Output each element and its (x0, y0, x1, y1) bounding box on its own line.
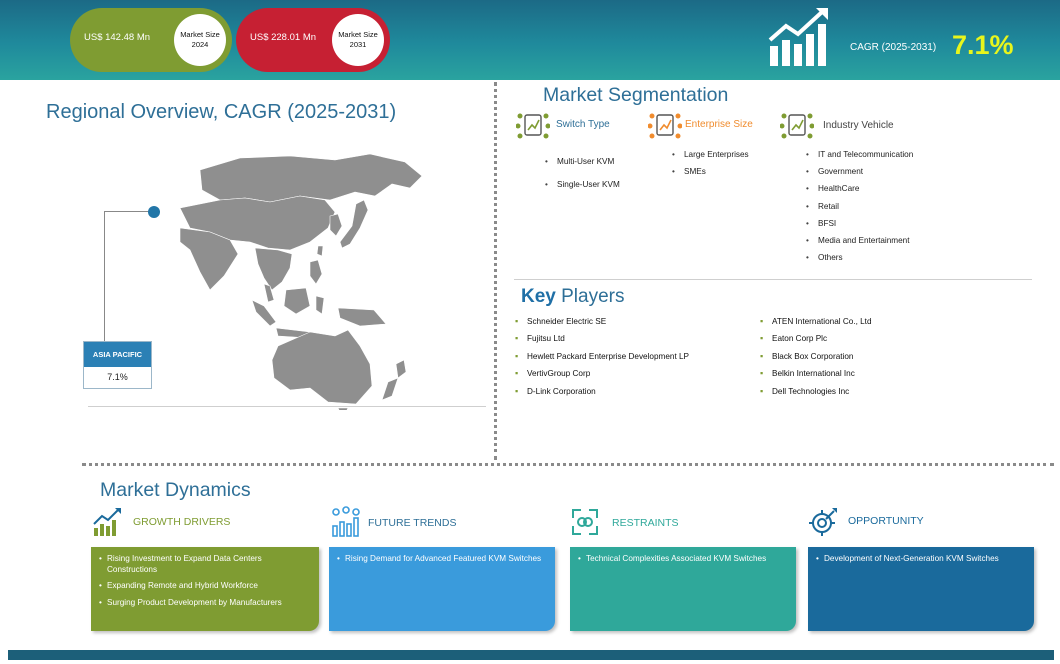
list-item: Rising Investment to Expand Data Centers… (99, 554, 311, 575)
market-size-2024-pill: US$ 142.48 Mn Market Size 2024 (70, 8, 232, 72)
future-trends-icon (332, 506, 360, 537)
market-size-2024-label: Market Size (180, 30, 220, 39)
list-item: Multi-User KVM (545, 150, 620, 173)
market-size-2031-badge: Market Size 2031 (332, 14, 384, 66)
regional-overview-title: Regional Overview, CAGR (2025-2031) (46, 101, 397, 123)
list-item: IT and Telecommunication (806, 146, 913, 163)
list-item: Rising Demand for Advanced Featured KVM … (337, 554, 547, 565)
key-players-title-key: Key (521, 286, 556, 307)
region-connector-line (104, 211, 150, 343)
vertical-divider (494, 82, 497, 460)
list-item: VertivGroup Corp (515, 368, 689, 386)
list-item: D-Link Corporation (515, 386, 689, 404)
list-item: Expanding Remote and Hybrid Workforce (99, 581, 311, 592)
region-name: ASIA PACIFIC (84, 342, 151, 367)
list-item: Single-User KVM (545, 173, 620, 196)
region-pin-marker (148, 206, 160, 218)
opportunity-icon (809, 508, 837, 536)
market-size-2031-pill: US$ 228.01 Mn Market Size 2031 (236, 8, 390, 72)
restraints-icon (572, 509, 598, 535)
enterprise-size-heading: Enterprise Size (685, 119, 753, 130)
market-size-2031-label: Market Size (338, 30, 378, 39)
opportunity-card: Development of Next-Generation KVM Switc… (808, 547, 1034, 631)
footer-bar (8, 650, 1054, 660)
market-size-2031-value: US$ 228.01 Mn (250, 32, 317, 43)
list-item: BFSI (806, 215, 913, 232)
list-item: HealthCare (806, 180, 913, 197)
list-item: Retail (806, 198, 913, 215)
segmentation-title: Market Segmentation (543, 84, 729, 106)
restraints-card: Technical Complexities Associated KVM Sw… (570, 547, 796, 631)
list-item: Eaton Corp Plc (760, 333, 872, 351)
region-cagr: 7.1% (107, 372, 128, 382)
region-callout: ASIA PACIFIC 7.1% (83, 341, 152, 389)
enterprise-size-icon (648, 113, 682, 139)
cagr-value: 7.1% (952, 30, 1014, 60)
horizontal-divider (82, 463, 1054, 466)
list-item: Government (806, 163, 913, 180)
list-item: Dell Technologies Inc (760, 386, 872, 404)
list-item: Black Box Corporation (760, 351, 872, 369)
switch-type-list: Multi-User KVM Single-User KVM (545, 150, 620, 196)
growth-drivers-card: Rising Investment to Expand Data Centers… (91, 547, 319, 631)
list-item: Schneider Electric SE (515, 316, 689, 334)
list-item: Fujitsu Ltd (515, 333, 689, 351)
opportunity-heading: OPPORTUNITY (848, 515, 924, 527)
market-dynamics-title: Market Dynamics (100, 479, 251, 501)
growth-drivers-heading: GROWTH DRIVERS (133, 516, 231, 528)
key-players-right-list: ATEN International Co., Ltd Eaton Corp P… (760, 316, 872, 404)
asia-pacific-map (179, 153, 423, 410)
header-banner: US$ 142.48 Mn Market Size 2024 US$ 228.0… (0, 0, 1060, 80)
industry-vehicle-heading: Industry Vehicle (823, 120, 894, 131)
industry-vehicle-list: IT and Telecommunication Government Heal… (806, 146, 913, 267)
list-item: Others (806, 249, 913, 266)
list-item: Belkin International Inc (760, 368, 872, 386)
growth-drivers-icon (93, 508, 121, 536)
key-players-title: Key Players (521, 286, 625, 308)
list-item: Media and Entertainment (806, 232, 913, 249)
list-item: Hewlett Packard Enterprise Development L… (515, 351, 689, 369)
switch-type-icon (516, 113, 550, 139)
future-trends-heading: FUTURE TRENDS (368, 517, 457, 529)
growth-bar-chart-icon (768, 8, 828, 66)
list-item: ATEN International Co., Ltd (760, 316, 872, 334)
cagr-label: CAGR (2025-2031) (850, 42, 937, 53)
list-item: Surging Product Development by Manufactu… (99, 598, 311, 609)
market-size-2024-badge: Market Size 2024 (174, 14, 226, 66)
list-item: SMEs (672, 163, 749, 180)
future-trends-card: Rising Demand for Advanced Featured KVM … (329, 547, 555, 631)
list-item: Technical Complexities Associated KVM Sw… (578, 554, 788, 565)
switch-type-heading: Switch Type (556, 119, 610, 130)
region-base-line (88, 406, 486, 407)
restraints-heading: RESTRAINTS (612, 517, 679, 529)
enterprise-size-list: Large Enterprises SMEs (672, 146, 749, 180)
market-size-2024-value: US$ 142.48 Mn (84, 32, 151, 43)
market-size-2024-year: 2024 (191, 40, 209, 49)
list-item: Large Enterprises (672, 146, 749, 163)
list-item: Development of Next-Generation KVM Switc… (816, 554, 1026, 565)
market-size-2031-year: 2031 (349, 40, 367, 49)
key-players-left-list: Schneider Electric SE Fujitsu Ltd Hewlet… (515, 316, 689, 404)
industry-vehicle-icon (780, 113, 814, 139)
segmentation-divider (514, 279, 1032, 280)
key-players-title-rest: Players (555, 286, 625, 307)
